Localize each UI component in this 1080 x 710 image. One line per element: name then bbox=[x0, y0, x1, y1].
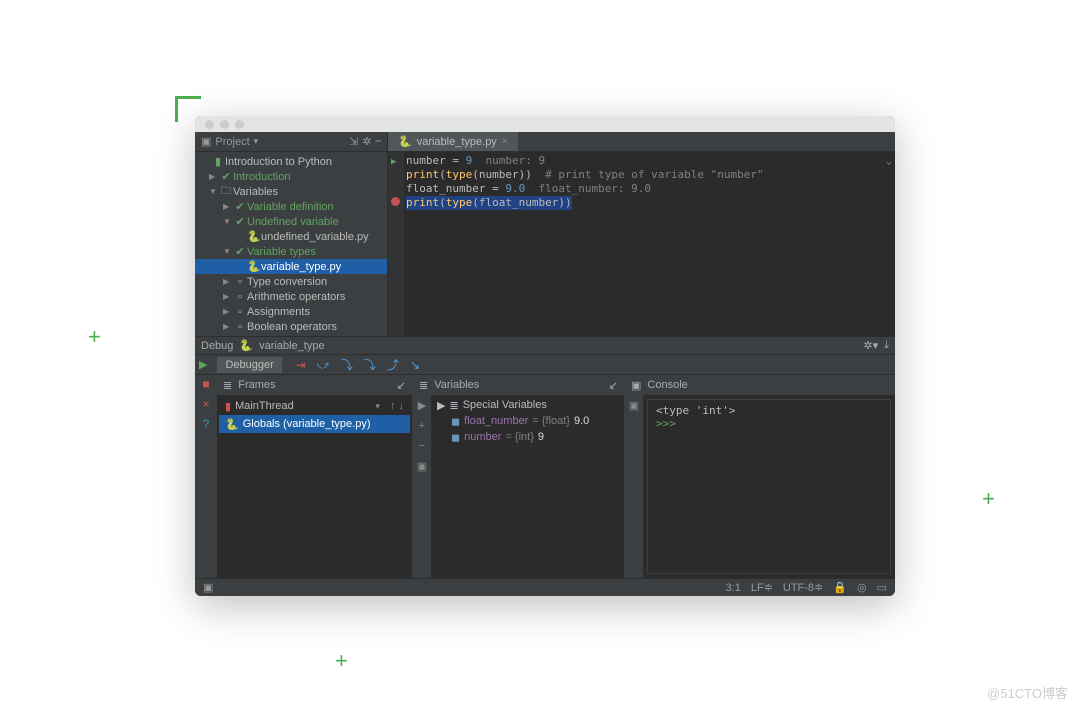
console-output[interactable]: <type 'int'> >>> bbox=[647, 399, 891, 574]
window-chrome bbox=[195, 116, 895, 132]
tree-undef-file[interactable]: undefined_variable.py bbox=[261, 231, 369, 243]
collapse-icon[interactable]: ⇲ bbox=[349, 135, 358, 148]
python-icon: 🐍 bbox=[225, 418, 239, 431]
console-prompt[interactable]: >>> bbox=[656, 417, 882, 430]
gear-icon[interactable]: ✲ bbox=[362, 135, 371, 148]
step-over-icon[interactable]: ⤻ bbox=[313, 358, 334, 372]
tree-assign[interactable]: Assignments bbox=[247, 306, 310, 318]
frame-thread[interactable]: ▮MainThread▾↑ ↓ bbox=[219, 397, 410, 415]
tree-undef-var[interactable]: Undefined variable bbox=[247, 216, 339, 228]
gear-icon[interactable]: ✲▾ bbox=[863, 339, 878, 352]
project-sidebar: ▣ Project ▾ ⇲ ✲ ⎯ ▮Introduction to Pytho… bbox=[195, 132, 388, 336]
frames-title: Frames bbox=[238, 379, 275, 391]
ide-window: ▣ Project ▾ ⇲ ✲ ⎯ ▮Introduction to Pytho… bbox=[195, 116, 895, 596]
copy-icon[interactable]: ▣ bbox=[417, 460, 427, 473]
vars-gutter: ▶ + − ▣ bbox=[413, 395, 431, 578]
breakpoint-icon[interactable] bbox=[391, 197, 400, 206]
fold-chevron-icon[interactable]: ⌄ bbox=[886, 155, 892, 169]
vars-icon: ≣ bbox=[419, 379, 428, 392]
deco-plus: + bbox=[88, 324, 101, 350]
tree-boolops[interactable]: Boolean operators bbox=[247, 321, 337, 333]
tree-type-conv[interactable]: Type conversion bbox=[247, 276, 327, 288]
step-into-my-icon[interactable]: ⤵ bbox=[360, 358, 380, 372]
cursor-pos[interactable]: 3:1 bbox=[726, 582, 741, 594]
restore-icon[interactable]: ↙ bbox=[397, 379, 406, 392]
add-watch-icon[interactable]: ▶ bbox=[418, 399, 426, 412]
editor-tab-label: variable_type.py bbox=[417, 136, 497, 148]
deco-plus: + bbox=[982, 486, 995, 512]
python-icon: 🐍 bbox=[239, 339, 253, 352]
run-gutter-icon[interactable]: ▶ bbox=[391, 155, 396, 169]
inspect-icon[interactable]: ◎ bbox=[857, 581, 867, 594]
status-icon[interactable]: ▣ bbox=[203, 581, 213, 594]
tree-var-file[interactable]: variable_type.py bbox=[261, 261, 341, 273]
stop-icon[interactable]: ■ bbox=[202, 377, 209, 391]
tree-variables[interactable]: Variables bbox=[233, 186, 278, 198]
project-tool-header: ▣ Project ▾ ⇲ ✲ ⎯ bbox=[195, 132, 387, 152]
window-min[interactable] bbox=[220, 120, 229, 129]
watermark: @51CTO博客 bbox=[987, 683, 1068, 702]
var-float[interactable]: ◼float_number = {float} 9.0 bbox=[433, 413, 622, 429]
debug-panels: ■ × ? ≣ Frames ↙ ▮MainThread▾↑ ↓ 🐍Globals … bbox=[195, 374, 895, 578]
frame-globals[interactable]: 🐍Globals (variable_type.py) bbox=[219, 415, 410, 433]
tree-var-def[interactable]: Variable definition bbox=[247, 201, 334, 213]
encoding[interactable]: UTF-8≑ bbox=[783, 581, 823, 594]
project-icon: ▣ bbox=[201, 135, 211, 148]
tree-root[interactable]: Introduction to Python bbox=[225, 156, 332, 168]
tree-var-types[interactable]: Variable types bbox=[247, 246, 316, 258]
console-panel: ▣ Console ▣ <type 'int'> >>> bbox=[625, 375, 895, 578]
show-exec-icon[interactable]: ⇥ bbox=[292, 358, 310, 372]
debug-side-controls: ■ × ? bbox=[195, 375, 217, 578]
debug-toolbar: ▶ Debugger ⇥ ⤻ ⤵ ⤵ ⤴ ↘ bbox=[195, 354, 895, 374]
editor-gutter[interactable]: ▶ bbox=[388, 152, 404, 336]
line-sep[interactable]: LF≑ bbox=[751, 581, 773, 594]
console-line: <type 'int'> bbox=[656, 404, 882, 417]
deco-plus: + bbox=[335, 648, 348, 674]
tree-arith[interactable]: Arithmetic operators bbox=[247, 291, 345, 303]
var-special[interactable]: ▶≣Special Variables bbox=[433, 397, 622, 413]
variables-panel: ≣Variables↙ ▶ + − ▣ ▶≣Special Variables … bbox=[413, 375, 625, 578]
close-icon[interactable]: × bbox=[502, 136, 508, 147]
python-file-icon: 🐍 bbox=[398, 135, 412, 148]
thread-icon: ▮ bbox=[225, 400, 231, 413]
run-to-cursor-icon[interactable]: ↘ bbox=[406, 358, 424, 372]
console-gutter: ▣ bbox=[625, 395, 643, 578]
var-number[interactable]: ◼number = {int} 9 bbox=[433, 429, 622, 445]
editor-area: 🐍 variable_type.py × ▶ ⌄ number = 9 numb… bbox=[388, 132, 895, 336]
window-close[interactable] bbox=[205, 120, 214, 129]
project-label: Project bbox=[215, 136, 249, 148]
project-tree[interactable]: ▮Introduction to Python ▶✔Introduction ▼… bbox=[195, 152, 387, 336]
restore-icon[interactable]: ↙ bbox=[609, 379, 618, 392]
tree-intro[interactable]: Introduction bbox=[233, 171, 290, 183]
frames-icon: ≣ bbox=[223, 379, 232, 392]
editor-tab[interactable]: 🐍 variable_type.py × bbox=[388, 132, 518, 151]
vars-title: Variables bbox=[434, 379, 479, 391]
debug-title-bar: Debug 🐍 variable_type ✲▾ ⤓ bbox=[195, 336, 895, 354]
step-out-icon[interactable]: ⤴ bbox=[383, 358, 403, 372]
pin-icon[interactable]: ⤓ bbox=[884, 339, 889, 352]
debug-config: variable_type bbox=[259, 340, 324, 352]
lock-icon[interactable]: 🔒 bbox=[833, 581, 847, 594]
console-icon: ▣ bbox=[631, 379, 641, 392]
minus-icon[interactable]: − bbox=[419, 440, 425, 452]
window-max[interactable] bbox=[235, 120, 244, 129]
status-bar: ▣ 3:1 LF≑ UTF-8≑ 🔒 ◎ ▭ bbox=[195, 578, 895, 596]
editor-tabbar: 🐍 variable_type.py × bbox=[388, 132, 895, 152]
help-icon[interactable]: ? bbox=[203, 417, 210, 431]
console-title: Console bbox=[647, 379, 687, 391]
toggle-console-icon[interactable]: ▣ bbox=[629, 399, 639, 412]
step-into-icon[interactable]: ⤵ bbox=[337, 358, 357, 372]
code-editor[interactable]: ▶ ⌄ number = 9 number: 9 print(type(numb… bbox=[388, 152, 895, 336]
resume-icon[interactable]: ▶ bbox=[199, 358, 207, 371]
plus-icon[interactable]: + bbox=[419, 420, 425, 432]
close-icon[interactable]: × bbox=[202, 397, 209, 411]
debug-label: Debug bbox=[201, 340, 233, 352]
frames-panel: ≣ Frames ↙ ▮MainThread▾↑ ↓ 🐍Globals (varia… bbox=[217, 375, 413, 578]
trash-icon[interactable]: ▭ bbox=[877, 581, 887, 594]
debugger-tab[interactable]: Debugger bbox=[217, 357, 281, 373]
hide-icon[interactable]: ⎯ bbox=[376, 135, 382, 148]
